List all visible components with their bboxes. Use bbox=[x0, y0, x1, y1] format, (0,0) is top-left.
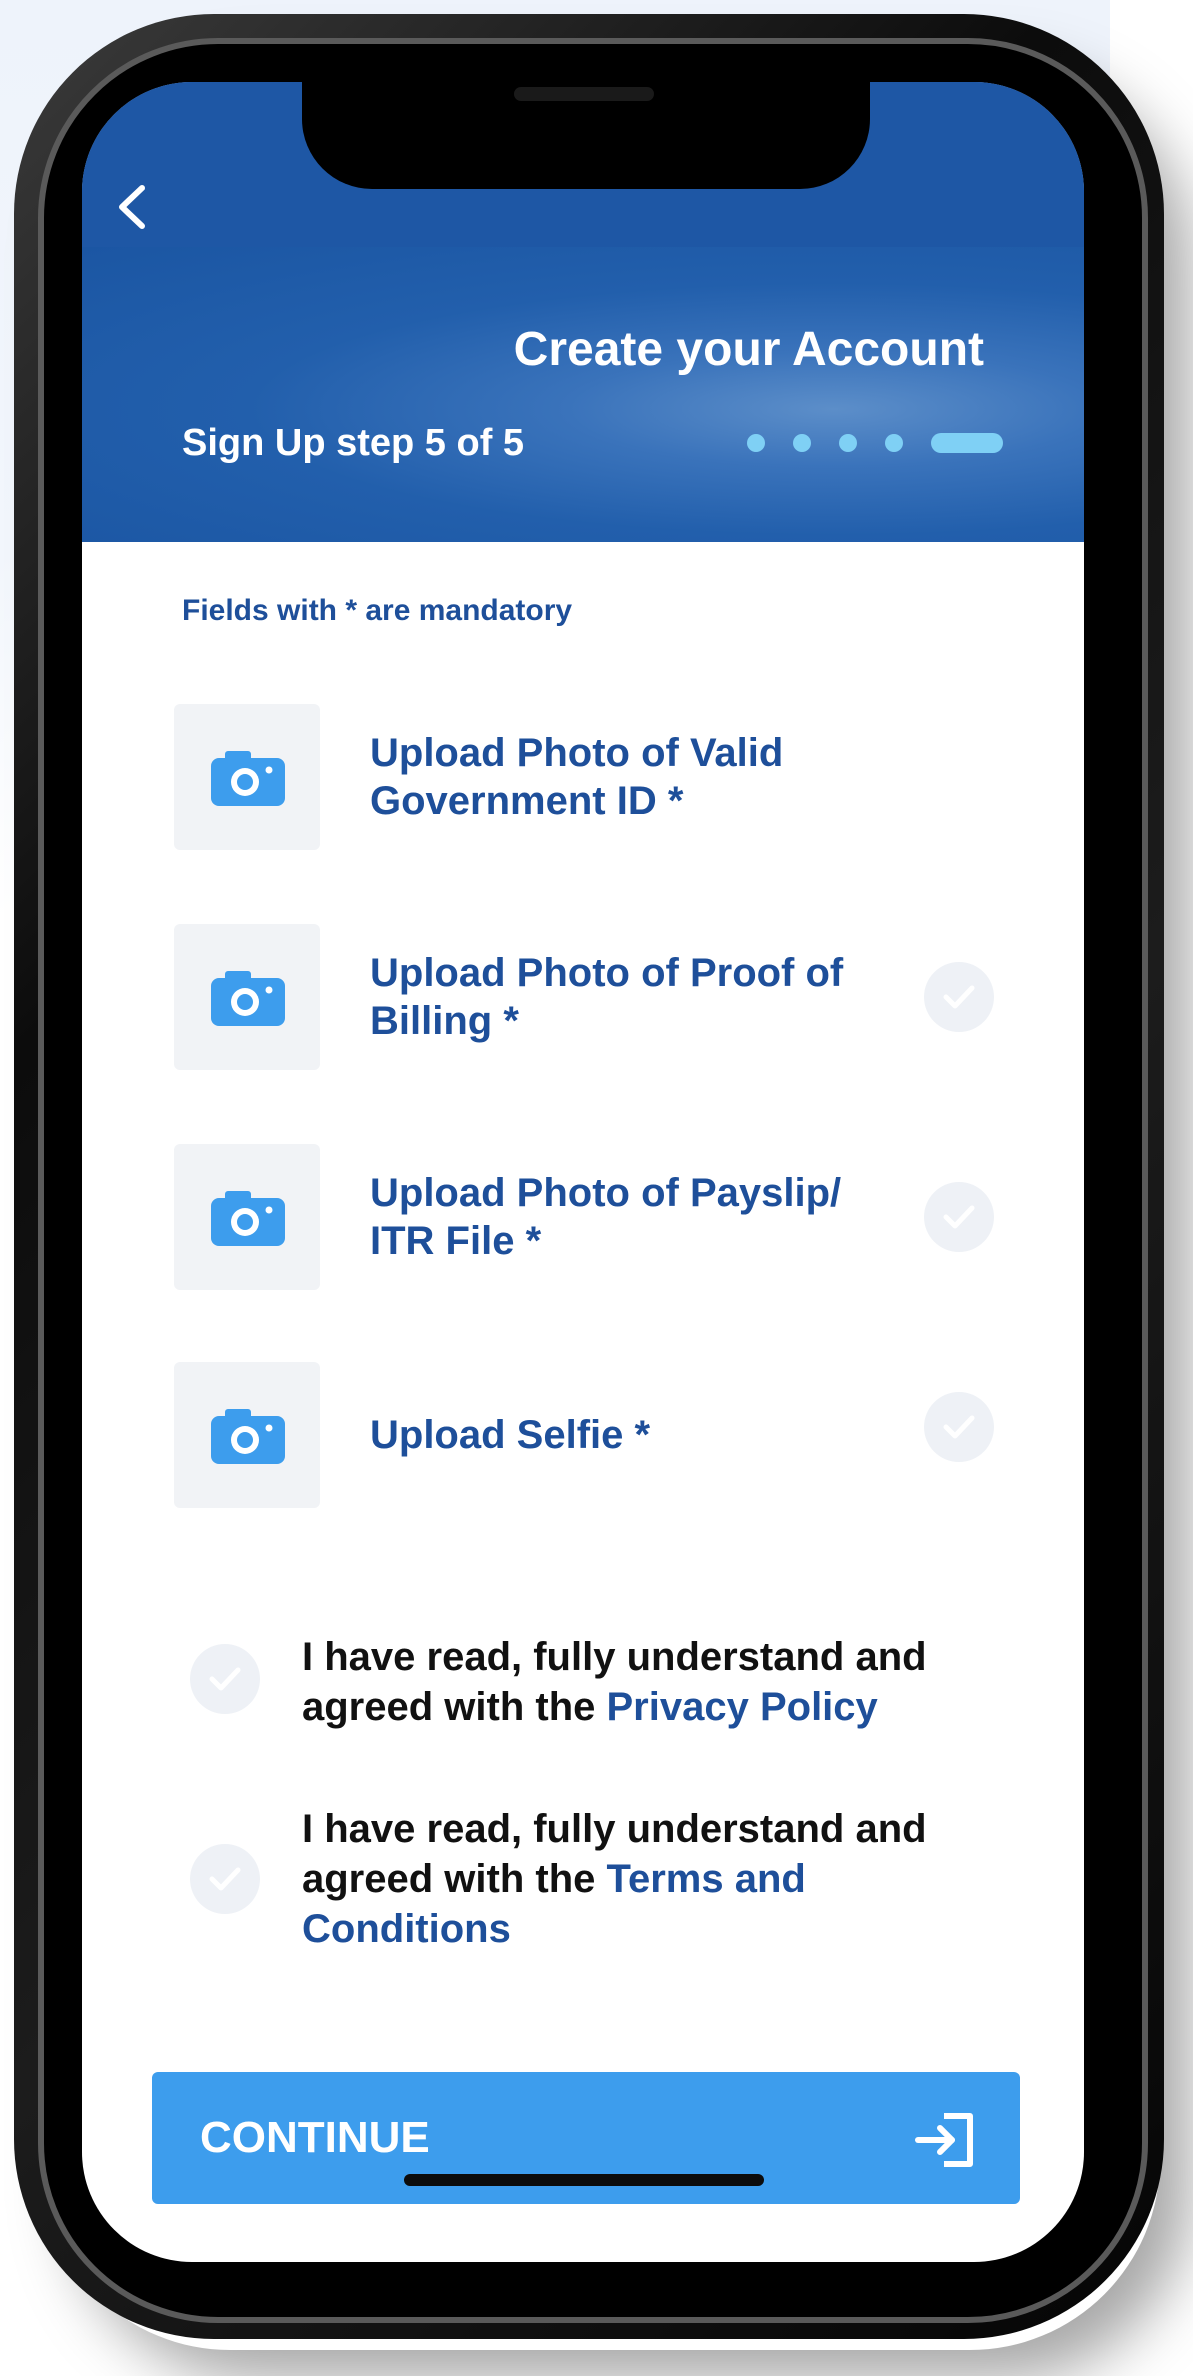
upload-label-line1: Upload Photo of Payslip/ bbox=[370, 1171, 842, 1215]
upload-label-line1: Upload Photo of Valid bbox=[370, 731, 784, 775]
step-dot bbox=[839, 434, 857, 452]
upload-check bbox=[924, 1182, 994, 1252]
agreement-line2: agreed with the Privacy Policy bbox=[302, 1682, 1022, 1732]
continue-label: CONTINUE bbox=[200, 2113, 430, 2162]
upload-row-government-id[interactable]: Upload Photo of Valid Government ID * bbox=[174, 704, 1004, 854]
camera-icon bbox=[211, 751, 285, 806]
enter-icon bbox=[915, 2113, 973, 2167]
agreement-prefix: agreed with the bbox=[302, 1685, 607, 1729]
step-dot bbox=[793, 434, 811, 452]
camera-button[interactable] bbox=[174, 1362, 320, 1508]
camera-icon bbox=[211, 1191, 285, 1246]
terms-checkbox[interactable] bbox=[190, 1844, 260, 1914]
mandatory-note: Fields with * are mandatory bbox=[182, 594, 573, 627]
speaker bbox=[514, 87, 654, 101]
terms-link-continued[interactable]: Conditions bbox=[302, 1904, 1022, 1954]
phone-screen: Create your Account Sign Up step 5 of 5 … bbox=[82, 82, 1084, 2262]
check-icon bbox=[209, 1667, 241, 1691]
upload-check bbox=[924, 1392, 994, 1462]
camera-button[interactable] bbox=[174, 704, 320, 850]
back-button[interactable] bbox=[104, 172, 164, 242]
agreement-line1: I have read, fully understand and bbox=[302, 1807, 927, 1851]
terms-link[interactable]: Terms and bbox=[607, 1857, 806, 1901]
upload-label: Upload Photo of Proof of Billing * bbox=[370, 924, 910, 1070]
upload-label-line2: Billing * bbox=[370, 999, 519, 1043]
chevron-left-icon bbox=[119, 185, 145, 229]
upload-label-line1: Upload Selfie * bbox=[370, 1413, 651, 1457]
home-indicator bbox=[404, 2174, 764, 2186]
agreement-prefix: agreed with the bbox=[302, 1857, 607, 1901]
check-icon bbox=[943, 985, 975, 1009]
agreement-line2: agreed with the Terms and bbox=[302, 1854, 1022, 1904]
privacy-policy-checkbox[interactable] bbox=[190, 1644, 260, 1714]
step-dot bbox=[747, 434, 765, 452]
privacy-policy-agreement: I have read, fully understand and agreed… bbox=[302, 1632, 1022, 1732]
upload-label-line2: ITR File * bbox=[370, 1219, 542, 1263]
upload-row-selfie[interactable]: Upload Selfie * bbox=[174, 1362, 1004, 1512]
header-hero bbox=[82, 247, 1084, 542]
agreement-line1: I have read, fully understand and bbox=[302, 1635, 927, 1679]
camera-icon bbox=[211, 971, 285, 1026]
camera-button[interactable] bbox=[174, 1144, 320, 1290]
upload-label: Upload Photo of Valid Government ID * bbox=[370, 704, 910, 850]
camera-button[interactable] bbox=[174, 924, 320, 1070]
step-indicator bbox=[747, 432, 1003, 454]
upload-label: Upload Photo of Payslip/ ITR File * bbox=[370, 1144, 910, 1290]
upload-label: Upload Selfie * bbox=[370, 1362, 910, 1508]
upload-row-proof-of-billing[interactable]: Upload Photo of Proof of Billing * bbox=[174, 924, 1004, 1074]
page-title: Create your Account bbox=[513, 323, 984, 376]
step-dot-active bbox=[931, 433, 1003, 453]
check-icon bbox=[943, 1205, 975, 1229]
camera-icon bbox=[211, 1409, 285, 1464]
check-icon bbox=[943, 1415, 975, 1439]
upload-label-line2: Government ID * bbox=[370, 779, 684, 823]
check-icon bbox=[209, 1867, 241, 1891]
notch bbox=[302, 82, 870, 189]
privacy-policy-link[interactable]: Privacy Policy bbox=[607, 1685, 878, 1729]
upload-row-payslip[interactable]: Upload Photo of Payslip/ ITR File * bbox=[174, 1144, 1004, 1294]
step-text: Sign Up step 5 of 5 bbox=[182, 422, 525, 464]
upload-label-line1: Upload Photo of Proof of bbox=[370, 951, 844, 995]
step-dot bbox=[885, 434, 903, 452]
terms-agreement: I have read, fully understand and agreed… bbox=[302, 1804, 1022, 1954]
upload-check bbox=[924, 962, 994, 1032]
